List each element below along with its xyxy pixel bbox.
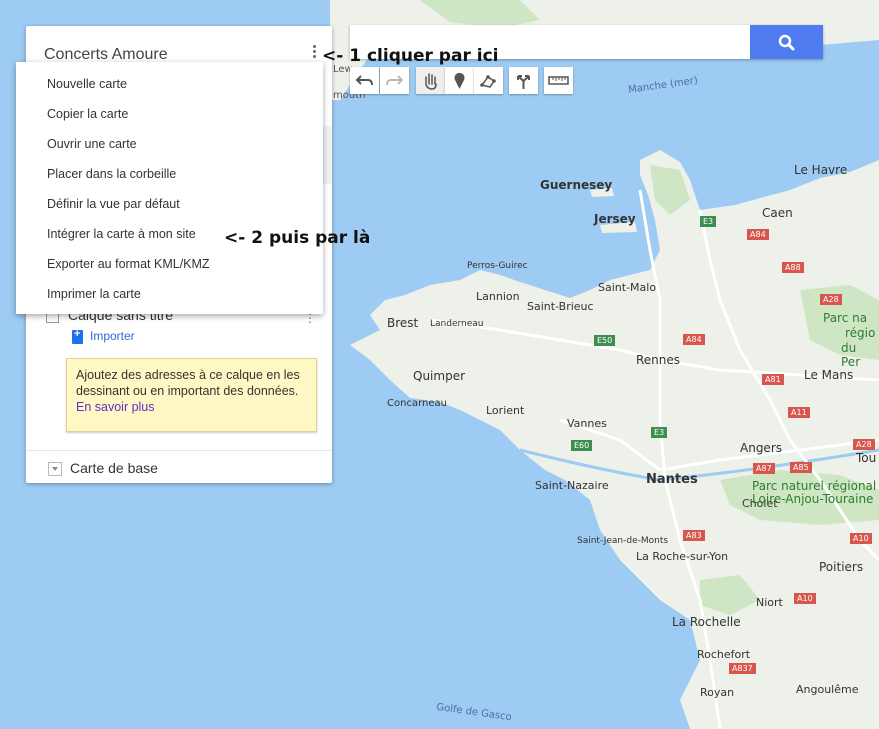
chevron-down-icon[interactable] (48, 462, 62, 476)
divider (26, 450, 332, 451)
tooltip-text: Ajoutez des adresses à ce calque en les … (76, 368, 300, 398)
base-map-label[interactable]: Carte de base (70, 460, 158, 476)
directions-icon (517, 75, 530, 89)
hand-icon (425, 73, 437, 90)
draw-line-button[interactable] (474, 67, 503, 94)
menu-item-new-map[interactable]: Nouvelle carte (16, 69, 323, 99)
import-label[interactable]: Importer (90, 329, 135, 343)
ruler-icon (548, 76, 569, 85)
menu-item-copy-map[interactable]: Copier la carte (16, 99, 323, 129)
menu-item-default-view[interactable]: Définir la vue par défaut (16, 189, 323, 219)
layer-tooltip: Ajoutez des adresses à ce calque en les … (66, 358, 317, 432)
directions-button[interactable] (509, 67, 538, 94)
undo-icon (355, 75, 373, 86)
annotation-step-2: <- 2 puis par là (224, 228, 371, 248)
undo-button[interactable] (350, 67, 379, 94)
marker-icon (454, 72, 465, 89)
learn-more-link[interactable]: En savoir plus (76, 400, 155, 414)
measure-button[interactable] (544, 67, 573, 94)
annotation-step-1: <- 1 cliquer par ici (322, 46, 499, 66)
pan-button[interactable] (416, 67, 445, 94)
map-options-menu: Nouvelle carte Copier la carte Ouvrir un… (16, 62, 323, 314)
more-options-icon[interactable] (309, 43, 319, 63)
redo-button[interactable] (380, 67, 409, 94)
menu-item-print[interactable]: Imprimer la carte (16, 279, 323, 309)
menu-item-export-kml[interactable]: Exporter au format KML/KMZ (16, 249, 323, 279)
draw-line-icon (480, 75, 496, 88)
search-button[interactable] (750, 25, 823, 59)
import-file-icon (72, 328, 83, 344)
menu-item-trash[interactable]: Placer dans la corbeille (16, 159, 323, 189)
redo-icon (386, 75, 404, 86)
menu-item-open-map[interactable]: Ouvrir une carte (16, 129, 323, 159)
search-icon (778, 34, 795, 51)
add-marker-button[interactable] (445, 67, 474, 94)
